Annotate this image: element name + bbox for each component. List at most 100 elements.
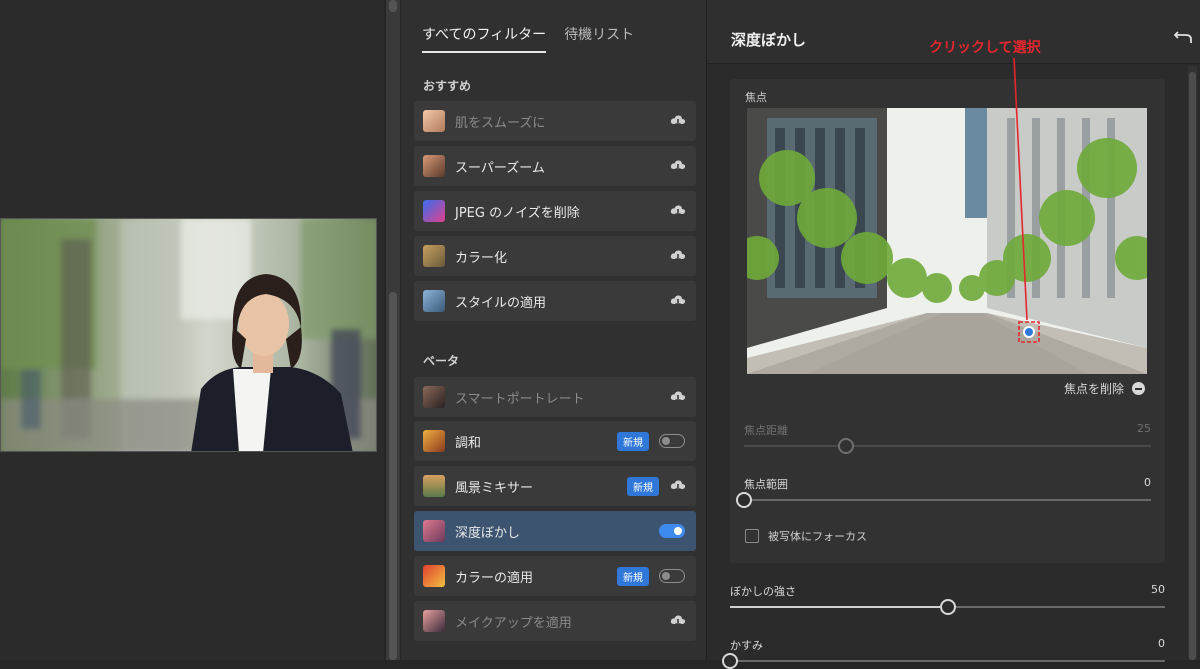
focal-distance-slider[interactable]: 焦点距離 25 — [744, 422, 1151, 454]
filter-item-makeup-transfer[interactable]: メイクアップを適用 — [414, 601, 696, 641]
checkbox-label: 被写体にフォーカス — [768, 530, 867, 543]
filter-item-color-transfer[interactable]: カラーの適用 新規 — [414, 556, 696, 596]
filter-label: メイクアップを適用 — [455, 615, 572, 631]
filter-label: 肌をスムーズに — [455, 115, 546, 131]
filter-tabs: すべてのフィルター 待機リスト — [422, 24, 634, 53]
annotation-click-to-select: クリックして選択 — [929, 40, 1041, 56]
toggle-knob — [662, 437, 670, 445]
settings-scrollbar[interactable] — [1188, 66, 1197, 660]
filter-item-colorize[interactable]: カラー化 — [414, 236, 696, 276]
filter-label: 風景ミキサー — [455, 480, 534, 496]
filter-item-landscape-mixer[interactable]: 風景ミキサー 新規 — [414, 466, 696, 506]
slider-value: 50 — [1151, 583, 1165, 596]
cloud-download-icon[interactable] — [669, 112, 687, 130]
panel-title: 深度ぼかし — [731, 31, 807, 49]
haze-slider[interactable]: かすみ 0 — [722, 637, 1165, 669]
portrait-photo — [0, 218, 377, 452]
image-canvas[interactable] — [0, 0, 384, 660]
slider-label: ぼかしの強さ — [730, 585, 796, 598]
slider-value: 0 — [1158, 637, 1165, 650]
filter-label: スタイルの適用 — [455, 295, 547, 311]
cloud-download-icon[interactable] — [669, 477, 687, 495]
settings-scrollbar-thumb[interactable] — [1189, 72, 1196, 660]
style-transfer-thumbnail — [423, 290, 445, 312]
cloud-download-icon[interactable] — [669, 612, 687, 630]
slider-label: 焦点範囲 — [744, 478, 788, 491]
slider-fill — [730, 606, 948, 608]
blur-strength-slider[interactable]: ぼかしの強さ 50 — [730, 583, 1165, 615]
remove-focus-label: 焦点を削除 — [1063, 382, 1124, 396]
filter-label: カラーの適用 — [455, 570, 534, 586]
section-recommended: おすすめ — [423, 79, 472, 93]
depth-blur-toggle[interactable] — [659, 524, 685, 538]
slider-value: 0 — [1144, 476, 1151, 489]
slider-track[interactable] — [736, 492, 1151, 508]
reset-icon[interactable] — [1173, 28, 1193, 46]
filter-item-style-transfer[interactable]: スタイルの適用 — [414, 281, 696, 321]
color-transfer-toggle[interactable] — [659, 569, 685, 583]
smooth-skin-thumbnail — [423, 110, 445, 132]
color-transfer-thumbnail — [423, 565, 445, 587]
filter-list-panel: すべてのフィルター 待機リスト おすすめ 肌をスムーズに スーパーズーム JPE… — [401, 0, 706, 660]
section-beta: ベータ — [423, 354, 460, 368]
tab-waitlist[interactable]: 待機リスト — [564, 24, 634, 53]
slider-track[interactable] — [730, 599, 1165, 615]
tab-all-filters[interactable]: すべてのフィルター — [422, 24, 547, 53]
slider-track[interactable] — [722, 653, 1165, 669]
slider-value: 25 — [1137, 422, 1151, 435]
new-badge: 新規 — [617, 566, 649, 586]
slider-label: 焦点距離 — [744, 424, 788, 437]
remove-focus-button[interactable]: 焦点を削除 — [1064, 380, 1145, 397]
toggle-knob — [674, 527, 682, 535]
smart-portrait-thumbnail — [423, 386, 445, 408]
slider-knob[interactable] — [837, 438, 854, 454]
makeup-transfer-thumbnail — [423, 610, 445, 632]
colorize-thumbnail — [423, 245, 445, 267]
filter-item-harmonize[interactable]: 調和 新規 — [414, 421, 696, 461]
filter-item-depth-blur[interactable]: 深度ぼかし — [414, 511, 696, 551]
filter-label: 深度ぼかし — [455, 525, 521, 541]
slider-knob[interactable] — [939, 599, 956, 615]
portrait-photo-graphic — [1, 219, 376, 451]
super-zoom-thumbnail — [423, 155, 445, 177]
harmonize-toggle[interactable] — [659, 434, 685, 448]
jpeg-noise-thumbnail — [423, 200, 445, 222]
focus-card: 焦点 焦点を削除 焦点距離 25 焦点範囲 0 被写体にフォーカス — [730, 79, 1165, 563]
focus-subject-checkbox-row[interactable]: 被写体にフォーカス — [745, 528, 867, 544]
cloud-download-icon[interactable] — [669, 157, 687, 175]
new-badge: 新規 — [627, 476, 659, 496]
cloud-download-icon[interactable] — [669, 202, 687, 220]
landscape-mixer-thumbnail — [423, 475, 445, 497]
focus-label: 焦点 — [745, 91, 767, 104]
new-badge: 新規 — [617, 431, 649, 451]
slider-knob[interactable] — [722, 653, 738, 669]
filter-item-smart-portrait[interactable]: スマートポートレート — [414, 377, 696, 417]
focus-point-selector-image[interactable] — [747, 108, 1147, 374]
minus-circle-icon — [1132, 382, 1145, 395]
harmonize-thumbnail — [423, 430, 445, 452]
canvas-scrollbar-thumb[interactable] — [389, 292, 397, 660]
cloud-download-icon[interactable] — [669, 292, 687, 310]
depth-blur-thumbnail — [423, 520, 445, 542]
filter-item-jpeg-noise[interactable]: JPEG のノイズを削除 — [414, 191, 696, 231]
street-scene-graphic — [747, 108, 1147, 374]
canvas-scrollbar-top-thumb[interactable] — [389, 0, 397, 12]
panel-header: 深度ぼかし クリックして選択 — [707, 0, 1200, 64]
toggle-knob — [662, 572, 670, 580]
depth-blur-settings-panel: 深度ぼかし クリックして選択 焦点 焦点を削除 焦点距離 25 焦点範囲 0 被… — [707, 0, 1200, 669]
filter-label: カラー化 — [455, 250, 508, 266]
focus-subject-checkbox[interactable] — [745, 529, 759, 543]
filter-label: スマートポートレート — [455, 391, 585, 407]
slider-label: かすみ — [730, 639, 763, 652]
filter-label: 調和 — [455, 435, 482, 451]
slider-track[interactable] — [744, 438, 1151, 454]
filter-item-super-zoom[interactable]: スーパーズーム — [414, 146, 696, 186]
cloud-download-icon[interactable] — [669, 388, 687, 406]
focal-range-slider[interactable]: 焦点範囲 0 — [736, 476, 1151, 508]
filter-label: JPEG のノイズを削除 — [455, 205, 580, 221]
canvas-scrollbar[interactable] — [386, 0, 400, 660]
slider-knob[interactable] — [736, 492, 752, 508]
cloud-download-icon[interactable] — [669, 247, 687, 265]
filter-label: スーパーズーム — [455, 160, 545, 176]
filter-item-smooth-skin[interactable]: 肌をスムーズに — [414, 101, 696, 141]
